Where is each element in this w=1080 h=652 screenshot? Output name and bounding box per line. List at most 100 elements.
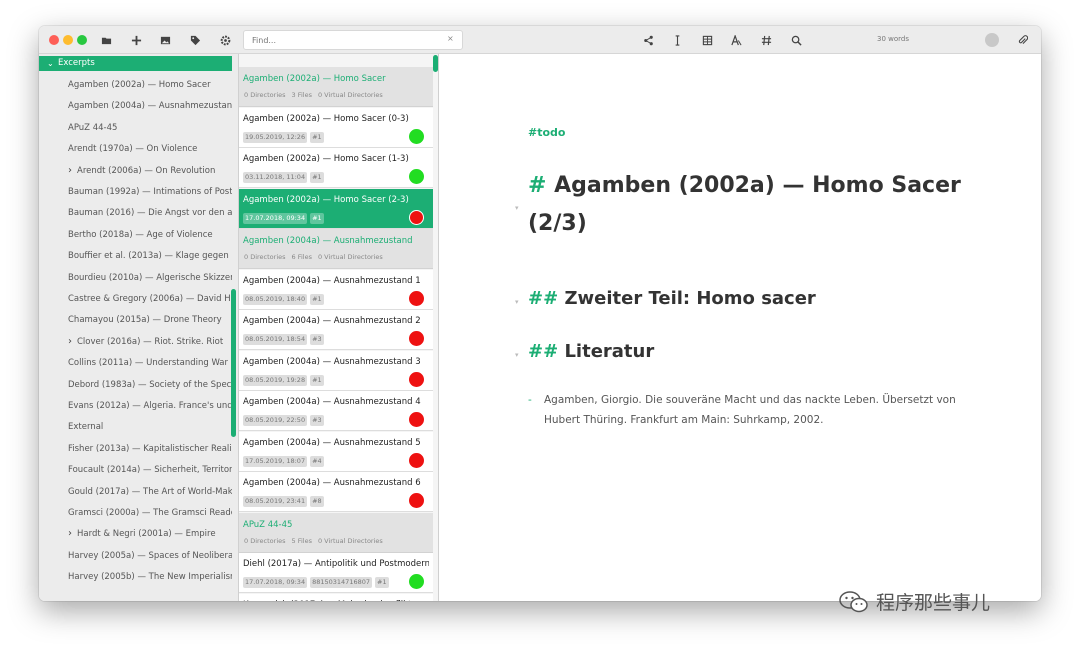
tag-icon[interactable] xyxy=(187,32,203,48)
sidebar-item[interactable]: Gould (2017a) — The Art of World-Making xyxy=(39,484,232,500)
sidebar-item-label: Clover (2016a) — Riot. Strike. Riot xyxy=(77,336,224,347)
fold-icon[interactable]: ▾ xyxy=(515,351,519,359)
chevron-right-icon[interactable]: › xyxy=(68,526,72,542)
avatar[interactable] xyxy=(985,33,999,47)
sidebar-item[interactable]: Agamben (2004a) — Ausnahmezustand xyxy=(39,98,232,114)
file-row[interactable]: Kreuzmich (2017a) — Mehrebenkonflikt xyxy=(239,593,433,601)
file-row[interactable]: Agamben (2004a) — Ausnahmezustand 6 08.05… xyxy=(239,472,433,512)
directory-meta: 0 Virtual Directories xyxy=(317,91,383,99)
sidebar-item[interactable]: Harvey (2005a) — Spaces of Neoliberaliza… xyxy=(39,548,232,564)
directory-meta: 6 Files xyxy=(291,253,312,261)
sidebar-item-label: Agamben (2004a) — Ausnahmezustand xyxy=(68,101,232,112)
file-title: Agamben (2004a) — Ausnahmezustand 1 xyxy=(243,275,421,286)
chevron-right-icon[interactable]: › xyxy=(68,334,72,350)
file-row[interactable]: Agamben (2002a) — Homo Sacer (0-3) 19.05.… xyxy=(239,107,433,148)
file-title: Agamben (2004a) — Ausnahmezustand 6 xyxy=(243,478,421,488)
sidebar-item[interactable]: External xyxy=(39,419,232,435)
plus-icon[interactable] xyxy=(128,32,144,48)
fold-icon[interactable]: ▾ xyxy=(515,298,519,306)
status-dot xyxy=(409,574,424,589)
search-input[interactable] xyxy=(243,30,463,50)
minimize-window-button[interactable] xyxy=(63,35,73,45)
heading-1-hash: # xyxy=(528,173,547,198)
table-icon[interactable] xyxy=(699,32,715,48)
sidebar-item[interactable]: APuZ 44-45 xyxy=(39,120,232,136)
image-icon[interactable] xyxy=(157,32,173,48)
file-row[interactable]: Agamben (2004a) — Ausnahmezustand 3 08.05… xyxy=(239,350,433,391)
file-tag[interactable]: #1 xyxy=(310,293,324,305)
status-dot xyxy=(409,371,424,387)
file-list-scrollbar[interactable] xyxy=(433,55,438,72)
share-icon[interactable] xyxy=(640,32,656,48)
file-row[interactable]: Agamben (2004a) — Ausnahmezustand 2 08.05… xyxy=(239,310,433,350)
file-tag[interactable]: #3 xyxy=(310,334,324,345)
sidebar-item[interactable]: Bouffier et al. (2013a) — Klage gegen xyxy=(39,248,232,264)
sidebar-item[interactable]: › Arendt (2006a) — On Revolution xyxy=(39,163,232,179)
sidebar-scrollbar[interactable] xyxy=(231,289,236,437)
file-title: Agamben (2004a) — Ausnahmezustand 5 xyxy=(243,437,421,448)
sidebar-item[interactable]: Foucault (2014a) — Sicherheit, Territori… xyxy=(39,462,232,478)
status-dot xyxy=(409,169,424,184)
file-tag[interactable]: #8 xyxy=(310,496,324,507)
sidebar-item[interactable]: Gramsci (2000a) — The Gramsci Reader xyxy=(39,505,232,521)
sidebar-item[interactable]: Collins (2011a) — Understanding War xyxy=(39,355,232,371)
file-date: 08.05.2019, 22:50 xyxy=(243,415,308,426)
heading-2-hash: ## xyxy=(528,288,559,309)
file-row[interactable]: Diehl (2017a) — Antipolitik und Postmode… xyxy=(239,553,433,593)
file-row[interactable]: Agamben (2004a) — Ausnahmezustand 4 08.05… xyxy=(239,391,433,431)
file-tag[interactable]: #1 xyxy=(310,212,324,224)
attachment-icon[interactable] xyxy=(1014,32,1030,48)
text-cursor-icon[interactable] xyxy=(669,32,685,48)
hashtag-icon[interactable] xyxy=(758,32,774,48)
sidebar-item-excerpts[interactable]: ⌄ Excerpts xyxy=(39,56,232,71)
sidebar-item[interactable]: Evans (2012a) — Algeria. France's undecl… xyxy=(39,398,232,414)
sidebar-item[interactable]: Bourdieu (2010a) — Algerische Skizzen xyxy=(39,270,232,286)
chevron-right-icon[interactable]: › xyxy=(68,163,72,179)
sidebar-item[interactable]: › Clover (2016a) — Riot. Strike. Riot xyxy=(39,334,232,350)
directory-row[interactable]: Agamben (2004a) — Ausnahmezustand 0 Direc… xyxy=(239,229,433,269)
app-window: × 30 words ⌄ Excerpts Agamben (200 xyxy=(39,26,1041,601)
directory-meta: 0 Directories xyxy=(244,253,286,261)
sidebar-item[interactable]: Bauman (2016) — Die Angst vor den andere… xyxy=(39,205,232,221)
file-tag[interactable]: #1 xyxy=(310,374,324,386)
file-tag[interactable]: #1 xyxy=(310,131,324,143)
file-date: 08.05.2019, 19:28 xyxy=(243,374,308,386)
file-row[interactable]: Agamben (2004a) — Ausnahmezustand 5 17.05… xyxy=(239,431,433,472)
sidebar-item[interactable]: Bertho (2018a) — Age of Violence xyxy=(39,227,232,243)
file-tag[interactable]: #4 xyxy=(310,455,324,467)
file-tag[interactable]: #1 xyxy=(310,172,324,183)
file-title: Agamben (2002a) — Homo Sacer (2-3) xyxy=(243,194,409,205)
sidebar-item[interactable]: Agamben (2002a) — Homo Sacer xyxy=(39,77,232,93)
file-tag[interactable]: 88150314716807 xyxy=(310,577,372,588)
file-row[interactable]: Agamben (2002a) — Homo Sacer (2-3) 17.07.… xyxy=(239,188,433,229)
sidebar-item[interactable]: Arendt (1970a) — On Violence xyxy=(39,141,232,157)
search-icon[interactable] xyxy=(788,32,804,48)
citation-text: Agamben, Giorgio. Die souveräne Macht un… xyxy=(544,394,956,426)
file-tag[interactable]: #1 xyxy=(375,577,389,588)
directory-meta: 0 Directories xyxy=(244,536,286,545)
file-row[interactable]: Agamben (2002a) — Homo Sacer (1-3) 03.11.… xyxy=(239,148,433,188)
file-title: Agamben (2002a) — Homo Sacer (0-3) xyxy=(243,113,409,124)
sidebar-item[interactable]: › Hardt & Negri (2001a) — Empire xyxy=(39,526,232,542)
folder-icon[interactable] xyxy=(98,32,114,48)
sidebar-item[interactable]: Bauman (1992a) — Intimations of Postmode… xyxy=(39,184,232,200)
close-window-button[interactable] xyxy=(49,35,59,45)
directory-row[interactable]: Agamben (2002a) — Homo Sacer 0 Directorie… xyxy=(239,67,433,107)
directory-meta: 0 Directories xyxy=(244,91,286,99)
fold-icon[interactable]: ▾ xyxy=(515,204,519,212)
sidebar-item[interactable]: Fisher (2013a) — Kapitalistischer Realis… xyxy=(39,441,232,457)
sidebar-item[interactable]: Harvey (2005b) — The New Imperialism xyxy=(39,569,232,585)
file-tag[interactable]: #3 xyxy=(310,415,324,426)
sidebar-item[interactable]: Debord (1983a) — Society of the Spectacl… xyxy=(39,377,232,393)
sidebar-item[interactable]: Chamayou (2015a) — Drone Theory xyxy=(39,312,232,328)
directory-row[interactable]: APuZ 44-45 0 Directories 5 Files 0 Virtual … xyxy=(239,512,433,553)
todo-tag[interactable]: #todo xyxy=(528,126,565,139)
status-dot xyxy=(409,290,424,306)
editor[interactable]: #todo ▾ # Agamben (2002a) — Homo Sacer (… xyxy=(439,54,1041,601)
gear-icon[interactable] xyxy=(217,32,233,48)
maximize-window-button[interactable] xyxy=(77,35,87,45)
file-row[interactable]: Agamben (2004a) — Ausnahmezustand 1 08.05… xyxy=(239,269,433,310)
clear-search-icon[interactable]: × xyxy=(447,34,454,43)
sidebar-item[interactable]: Castree & Gregory (2006a) — David Harvey xyxy=(39,291,232,307)
font-icon[interactable] xyxy=(728,32,744,48)
